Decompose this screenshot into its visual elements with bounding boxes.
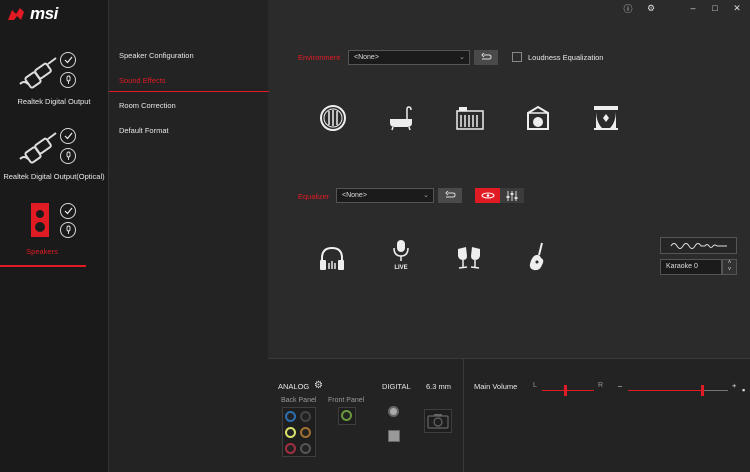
analog-settings-gear-icon[interactable]: ⚙ (314, 380, 323, 391)
mic-icon[interactable] (60, 222, 76, 238)
menu-item-default-format[interactable]: Default Format (119, 126, 169, 135)
equalizer-dropdown[interactable]: <None> ⌄ (336, 188, 434, 203)
settings-gear-icon[interactable]: ⚙ (644, 1, 658, 15)
jack-size-label: 6.3 mm (426, 382, 452, 391)
jack-port-grey[interactable] (300, 443, 311, 454)
mic-icon[interactable] (60, 148, 76, 164)
toast-icon[interactable] (454, 243, 484, 273)
bathroom-icon[interactable] (386, 103, 416, 133)
settings-menu: Speaker Configuration Sound Effects Room… (108, 0, 269, 472)
default-check-icon[interactable] (60, 203, 76, 219)
reset-icon (481, 53, 492, 60)
bottom-panel: ANALOG ⚙ Back Panel Front Panel DIGITAL … (268, 358, 750, 472)
svg-text:LIVE: LIVE (394, 265, 407, 271)
volume-plus-icon[interactable]: + (732, 381, 736, 390)
default-check-icon[interactable] (60, 52, 76, 68)
jack-port-pink[interactable] (285, 443, 296, 454)
balance-slider-track (542, 390, 594, 391)
default-check-icon[interactable] (60, 128, 76, 144)
waveform-icon (670, 242, 727, 249)
chevron-down-icon[interactable]: ˅ (723, 267, 736, 274)
balance-right-label: R (598, 382, 604, 389)
minimize-button[interactable]: – (686, 1, 700, 15)
loudness-equalization-label: Loudness Equalization (528, 53, 604, 62)
coaxial-jack-icon (19, 57, 57, 89)
equalizer-selected: <None> (342, 192, 367, 199)
active-device-indicator (0, 265, 86, 267)
menu-item-speaker-configuration[interactable]: Speaker Configuration (119, 51, 194, 60)
device-panel: msi Realtek Digital Output Realtek Digit… (0, 0, 108, 472)
jack-port-blue[interactable] (285, 411, 296, 422)
chevron-up-icon[interactable]: ˄ (723, 260, 736, 267)
balance-slider-thumb[interactable] (563, 385, 567, 396)
jack-port-green[interactable] (341, 410, 352, 421)
msi-logo: msi (6, 4, 58, 24)
generic-room-icon[interactable] (318, 103, 348, 133)
environment-selected: <None> (354, 54, 379, 61)
environment-dropdown[interactable]: <None> ⌄ (348, 50, 470, 65)
karaoke-waveform-button[interactable] (660, 237, 737, 254)
jack-port-yellow[interactable] (285, 427, 296, 438)
karaoke-input[interactable]: Karaoke 0 (660, 259, 722, 275)
mic-icon[interactable] (60, 72, 76, 88)
active-menu-indicator (109, 91, 269, 92)
dragon-logo-icon (8, 8, 24, 20)
volume-slider-thumb[interactable] (700, 385, 704, 396)
logo-text: msi (30, 4, 58, 23)
living-room-icon[interactable] (455, 103, 485, 133)
device-realtek-digital-output[interactable]: Realtek Digital Output (0, 50, 108, 110)
live-microphone-icon[interactable]: LIVE (386, 240, 416, 271)
eq-sliders-toggle[interactable] (500, 188, 524, 203)
equalizer-reset-button[interactable] (438, 188, 462, 203)
headphones-icon[interactable] (317, 243, 347, 273)
analog-label: ANALOG (278, 382, 310, 391)
menu-item-room-correction[interactable]: Room Correction (119, 101, 176, 110)
back-panel-label: Back Panel (281, 397, 317, 404)
chevron-down-icon: ⌄ (459, 54, 465, 61)
balance-left-label: L (533, 382, 537, 389)
digital-optical-port-icon[interactable] (388, 430, 400, 442)
info-icon[interactable]: ⓘ (621, 1, 635, 15)
jack-camera-icon[interactable] (424, 409, 452, 433)
jack-port-orange[interactable] (300, 427, 311, 438)
environment-reset-button[interactable] (474, 50, 498, 65)
close-button[interactable]: ✕ (730, 1, 744, 15)
eye-icon (481, 192, 494, 199)
balance-slider[interactable] (542, 385, 594, 396)
device-name: Realtek Digital Output (17, 97, 91, 106)
loudness-equalization-checkbox[interactable] (512, 52, 522, 62)
volume-speaker-icon[interactable]: ▪ (742, 385, 745, 395)
main-volume-slider[interactable] (628, 385, 728, 396)
stone-room-icon[interactable] (523, 103, 553, 133)
reset-icon (445, 191, 456, 198)
maximize-button[interactable]: □ (708, 1, 722, 15)
guitar-icon[interactable] (523, 242, 553, 272)
main-volume-label: Main Volume (474, 382, 518, 391)
theater-icon[interactable] (591, 103, 621, 133)
volume-slider-fill (628, 390, 702, 391)
volume-slider-track (702, 390, 728, 391)
optical-jack-icon (19, 132, 57, 164)
chevron-down-icon: ⌄ (423, 192, 429, 199)
device-name: Speakers (26, 247, 58, 256)
menu-item-sound-effects[interactable]: Sound Effects (119, 76, 166, 85)
device-speakers[interactable]: Speakers (0, 198, 108, 260)
equalizer-label: Equalizer (298, 192, 330, 201)
environment-label: Environment (298, 53, 341, 62)
volume-minus-icon[interactable]: – (618, 381, 622, 390)
karaoke-stepper[interactable]: ˄ ˅ (722, 259, 737, 275)
digital-label: DIGITAL (382, 382, 411, 391)
eq-preset-toggle[interactable] (475, 188, 500, 203)
device-name: Realtek Digital Output(Optical) (3, 172, 105, 181)
front-panel-label: Front Panel (328, 397, 365, 404)
speaker-icon (31, 203, 49, 237)
bottom-separator (463, 359, 464, 472)
digital-coax-port-icon[interactable] (388, 406, 399, 417)
device-realtek-digital-output-optical[interactable]: Realtek Digital Output(Optical) (0, 125, 108, 185)
sliders-icon (506, 190, 518, 201)
jack-port-black[interactable] (300, 411, 311, 422)
